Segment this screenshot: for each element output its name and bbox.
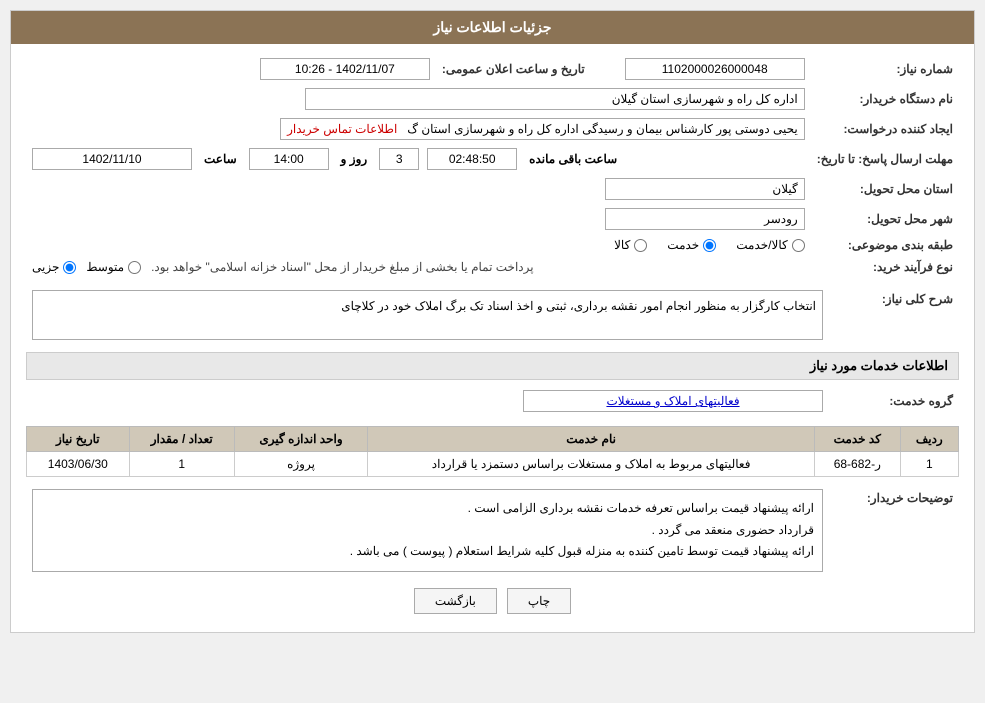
col-date: تاریخ نیاز: [27, 427, 130, 452]
service-group-label: گروه خدمت:: [829, 386, 959, 416]
cell-unit: پروژه: [234, 452, 367, 477]
process-motavaset-radio[interactable]: [128, 261, 141, 274]
process-text: پرداخت تمام یا بخشی از مبلغ خریدار از مح…: [151, 260, 534, 274]
deadline-time: 14:00: [249, 148, 329, 170]
category-khedmat-group: خدمت: [667, 238, 716, 252]
deadline-remaining-label: ساعت باقی مانده: [529, 152, 617, 166]
deadline-days-label: روز و: [341, 152, 368, 166]
col-unit: واحد اندازه گیری: [234, 427, 367, 452]
category-kala-radio[interactable]: [634, 239, 647, 252]
cell-date: 1403/06/30: [27, 452, 130, 477]
need-number-value: 1102000026000048: [625, 58, 805, 80]
buyer-org-label: نام دستگاه خریدار:: [811, 84, 959, 114]
need-desc-label: شرح کلی نیاز:: [829, 286, 959, 344]
print-button[interactable]: چاپ: [507, 588, 571, 614]
buyer-notes-content: ارائه پیشنهاد قیمت براساس تعرفه خدمات نق…: [32, 489, 823, 572]
cell-row-num: 1: [900, 452, 958, 477]
need-number-label: شماره نیاز:: [811, 54, 959, 84]
buyer-org-value: اداره کل راه و شهرسازی استان گیلان: [305, 88, 805, 110]
buyer-notes-label: توضیحات خریدار:: [829, 485, 959, 576]
category-label: طبقه بندی موضوعی:: [811, 234, 959, 256]
announce-date-label: تاریخ و ساعت اعلان عمومی:: [436, 54, 591, 84]
contact-link[interactable]: اطلاعات تماس خریدار: [287, 122, 397, 136]
need-desc-value: انتخاب کارگزار به منظور انجام امور نقشه …: [32, 290, 823, 340]
process-jozi-group: جزیی: [32, 260, 76, 274]
deadline-date: 1402/11/10: [32, 148, 192, 170]
cell-service-name: فعالیتهای مربوط به املاک و مستغلات براسا…: [368, 452, 815, 477]
category-kala-khedmat-radio[interactable]: [792, 239, 805, 252]
category-kala-group: کالا: [614, 238, 647, 252]
category-kala-khedmat-group: کالا/خدمت: [736, 238, 804, 252]
col-row-num: ردیف: [900, 427, 958, 452]
announce-date-value: 1402/11/07 - 10:26: [260, 58, 430, 80]
category-kala-label: کالا: [614, 238, 630, 252]
deadline-label: مهلت ارسال پاسخ: تا تاریخ:: [811, 144, 959, 174]
buyer-note-line: ارائه پیشنهاد قیمت براساس تعرفه خدمات نق…: [41, 498, 814, 520]
process-jozi-radio[interactable]: [63, 261, 76, 274]
city-label: شهر محل تحویل:: [811, 204, 959, 234]
services-section-title: اطلاعات خدمات مورد نیاز: [26, 352, 959, 380]
process-motavaset-group: متوسط: [86, 260, 141, 274]
city-value: رودسر: [605, 208, 805, 230]
process-jozi-label: جزیی: [32, 260, 59, 274]
category-kala-khedmat-label: کالا/خدمت: [736, 238, 787, 252]
back-button[interactable]: بازگشت: [414, 588, 497, 614]
creator-value: یحیی دوستی پور کارشناس بیمان و رسیدگی اد…: [280, 118, 805, 140]
col-service-code: کد خدمت: [815, 427, 901, 452]
buyer-note-line: ارائه پیشنهاد قیمت توسط تامین کننده به م…: [41, 541, 814, 563]
buyer-note-line: قرارداد حضوری منعقد می گردد .: [41, 520, 814, 542]
deadline-days: 3: [379, 148, 419, 170]
creator-label: ایجاد کننده درخواست:: [811, 114, 959, 144]
col-quantity: تعداد / مقدار: [129, 427, 234, 452]
process-motavaset-label: متوسط: [86, 260, 124, 274]
category-khedmat-radio[interactable]: [703, 239, 716, 252]
page-title: جزئیات اطلاعات نیاز: [11, 11, 974, 44]
category-khedmat-label: خدمت: [667, 238, 699, 252]
province-label: استان محل تحویل:: [811, 174, 959, 204]
deadline-remaining: 02:48:50: [427, 148, 517, 170]
cell-quantity: 1: [129, 452, 234, 477]
col-service-name: نام خدمت: [368, 427, 815, 452]
table-row: 1 ر-682-68 فعالیتهای مربوط به املاک و مس…: [27, 452, 959, 477]
cell-service-code: ر-682-68: [815, 452, 901, 477]
process-label: نوع فرآیند خرید:: [811, 256, 959, 278]
deadline-time-label: ساعت: [204, 152, 237, 166]
service-group-value[interactable]: فعالیتهای املاک و مستغلات: [523, 390, 823, 412]
province-value: گیلان: [605, 178, 805, 200]
